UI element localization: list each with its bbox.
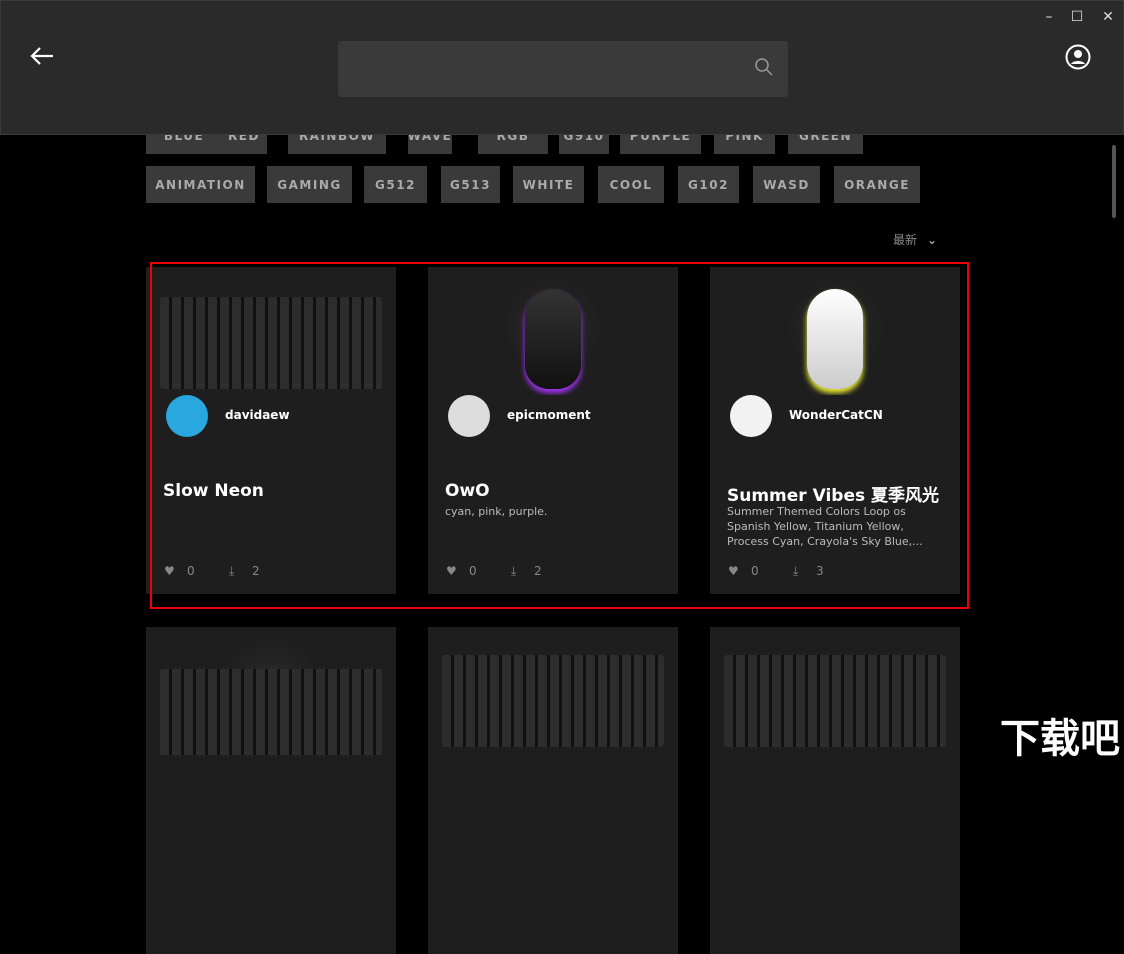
username[interactable]: davidaew	[225, 408, 290, 422]
heart-icon[interactable]: ♥	[728, 564, 739, 578]
header: – ☐ ✕	[0, 0, 1124, 135]
tag-g512[interactable]: G512	[364, 166, 427, 203]
preset-card[interactable]	[710, 627, 960, 954]
download-count: 2	[252, 564, 260, 578]
heart-icon[interactable]: ♥	[446, 564, 457, 578]
card-title: OwO	[445, 481, 490, 501]
search-icon[interactable]	[754, 57, 774, 77]
chevron-down-icon: ⌄	[927, 233, 938, 247]
maximize-button[interactable]: ☐	[1065, 5, 1089, 29]
avatar[interactable]	[166, 395, 208, 437]
download-count: 2	[534, 564, 542, 578]
avatar[interactable]	[730, 395, 772, 437]
preset-card[interactable]: epicmoment OwO cyan, pink, purple. ♥ 0 ⤓…	[428, 267, 678, 594]
tag-g513[interactable]: G513	[441, 166, 500, 203]
card-title: Summer Vibes 夏季风光	[727, 486, 940, 506]
download-count: 3	[816, 564, 824, 578]
tag-animation[interactable]: ANIMATION	[146, 166, 255, 203]
preset-card[interactable]	[146, 627, 396, 954]
card-description: Summer Themed Colors Loop os Spanish Yel…	[727, 505, 923, 548]
search-input[interactable]	[338, 41, 788, 97]
preset-card[interactable]: davidaew Slow Neon ♥ 0 ⤓ 2	[146, 267, 396, 594]
tag-wasd[interactable]: WASD	[753, 166, 820, 203]
username[interactable]: WonderCatCN	[789, 408, 883, 422]
download-icon[interactable]: ⤓	[793, 564, 798, 579]
card-description: cyan, pink, purple.	[445, 505, 548, 518]
watermark: 下载吧	[1000, 716, 1120, 762]
sort-label: 最新	[893, 233, 918, 247]
like-count: 0	[751, 564, 759, 578]
device-thumbnail	[146, 267, 396, 395]
avatar[interactable]	[448, 395, 490, 437]
sort-dropdown[interactable]: 最新 ⌄	[893, 231, 937, 248]
tag-orange[interactable]: ORANGE	[834, 166, 920, 203]
download-icon[interactable]: ⤓	[511, 564, 516, 579]
device-thumbnail	[710, 267, 960, 395]
device-thumbnail	[428, 267, 678, 395]
like-count: 0	[469, 564, 477, 578]
user-account-icon[interactable]	[1065, 44, 1091, 70]
minimize-button[interactable]: –	[1037, 5, 1061, 29]
back-arrow-icon[interactable]	[29, 43, 55, 73]
username[interactable]: epicmoment	[507, 408, 591, 422]
preset-card[interactable]: WonderCatCN Summer Vibes 夏季风光 Summer The…	[710, 267, 960, 594]
tag-g102[interactable]: G102	[678, 166, 739, 203]
card-title: Slow Neon	[163, 481, 264, 501]
preset-card[interactable]	[428, 627, 678, 954]
tag-cool[interactable]: COOL	[598, 166, 664, 203]
tag-white[interactable]: WHITE	[513, 166, 584, 203]
download-icon[interactable]: ⤓	[229, 564, 234, 579]
heart-icon[interactable]: ♥	[164, 564, 175, 578]
scrollbar[interactable]	[1112, 145, 1116, 218]
tag-gaming[interactable]: GAMING	[267, 166, 352, 203]
close-button[interactable]: ✕	[1096, 5, 1120, 29]
like-count: 0	[187, 564, 195, 578]
